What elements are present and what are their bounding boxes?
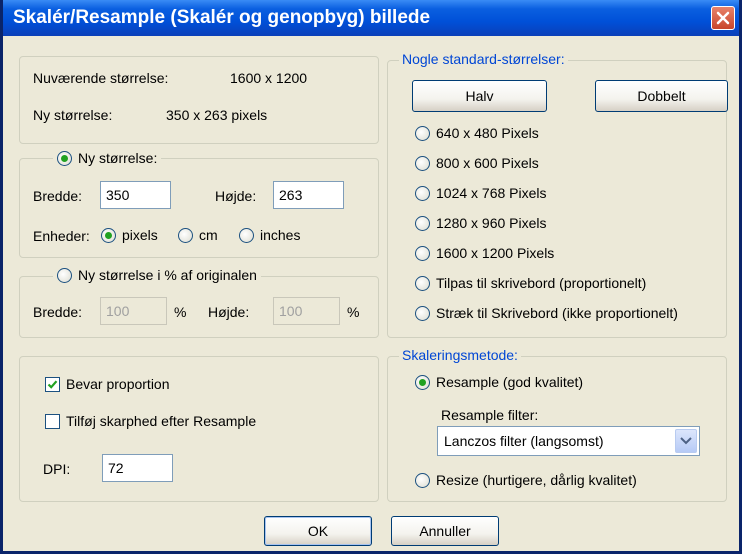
resize-label: Resize (hurtigere, dårlig kvalitet) bbox=[436, 472, 637, 488]
standard-size-label: 800 x 600 Pixels bbox=[436, 155, 539, 171]
standard-size-option[interactable]: 1280 x 960 Pixels bbox=[415, 215, 547, 231]
unit-pixels-option[interactable]: pixels bbox=[101, 227, 158, 243]
standard-size-label: Tilpas til skrivebord (proportionelt) bbox=[436, 275, 647, 291]
standard-size-label: 1600 x 1200 Pixels bbox=[436, 245, 555, 261]
standard-size-label: 1024 x 768 Pixels bbox=[436, 185, 547, 201]
close-icon bbox=[716, 11, 730, 25]
cancel-button-label: Annuller bbox=[419, 523, 471, 539]
units-label: Enheder: bbox=[33, 228, 90, 244]
unit-inches-option[interactable]: inches bbox=[239, 227, 300, 243]
standard-size-radio[interactable] bbox=[415, 275, 430, 291]
width-label: Bredde: bbox=[33, 188, 83, 204]
half-button[interactable]: Halv bbox=[412, 80, 547, 112]
standard-size-radio[interactable] bbox=[415, 215, 430, 231]
sharpen-option[interactable]: Tilføj skarphed efter Resample bbox=[45, 413, 256, 429]
width-input-value: 350 bbox=[106, 187, 130, 203]
percent-height-value: 100 bbox=[279, 303, 303, 319]
new-size-info-value: 350 x 263 pixels bbox=[166, 107, 268, 123]
dpi-label: DPI: bbox=[43, 461, 71, 477]
checkmark-icon bbox=[47, 379, 58, 389]
standard-size-option[interactable]: 800 x 600 Pixels bbox=[415, 155, 539, 171]
double-button[interactable]: Dobbelt bbox=[595, 80, 728, 112]
current-size-value: 1600 x 1200 bbox=[230, 70, 308, 86]
sharpen-label: Tilføj skarphed efter Resample bbox=[66, 413, 257, 429]
height-input[interactable]: 263 bbox=[273, 181, 344, 209]
keep-proportion-option[interactable]: Bevar proportion bbox=[45, 376, 170, 392]
standard-size-label: Stræk til Skrivebord (ikke proportionelt… bbox=[436, 305, 678, 321]
dialog-window: Skalér/Resample (Skalér og genopbyg) bil… bbox=[0, 0, 742, 554]
title-bar[interactable]: Skalér/Resample (Skalér og genopbyg) bil… bbox=[3, 0, 739, 36]
standard-size-label: 640 x 480 Pixels bbox=[436, 125, 539, 141]
height-input-value: 263 bbox=[279, 187, 303, 203]
scaling-method-legend: Skaleringsmetode: bbox=[399, 347, 521, 363]
percent-width-value: 100 bbox=[106, 303, 130, 319]
standard-size-option[interactable]: 640 x 480 Pixels bbox=[415, 125, 539, 141]
resample-filter-label: Resample filter: bbox=[441, 407, 539, 423]
standard-size-option[interactable]: 1600 x 1200 Pixels bbox=[415, 245, 554, 261]
standard-size-radio[interactable] bbox=[415, 125, 430, 141]
current-size-label: Nuværende størrelse: bbox=[33, 70, 169, 86]
standard-size-option[interactable]: Stræk til Skrivebord (ikke proportionelt… bbox=[415, 305, 678, 321]
cancel-button[interactable]: Annuller bbox=[391, 516, 499, 546]
window-title: Skalér/Resample (Skalér og genopbyg) bil… bbox=[13, 7, 431, 28]
percent-height-label: Højde: bbox=[208, 304, 250, 320]
standard-size-option[interactable]: Tilpas til skrivebord (proportionelt) bbox=[415, 275, 646, 291]
standard-size-radio[interactable] bbox=[415, 245, 430, 261]
double-button-label: Dobbelt bbox=[637, 88, 686, 104]
resize-option[interactable]: Resize (hurtigere, dårlig kvalitet) bbox=[415, 472, 637, 488]
standard-size-label: 1280 x 960 Pixels bbox=[436, 215, 547, 231]
ok-button[interactable]: OK bbox=[264, 516, 372, 546]
new-size-info-label: Ny størrelse: bbox=[33, 107, 113, 123]
standard-sizes-legend: Nogle standard-størrelser: bbox=[399, 51, 568, 67]
unit-inches-label: inches bbox=[260, 227, 301, 243]
resample-filter-select[interactable]: Lanczos filter (langsomst) bbox=[437, 426, 700, 456]
percent-width-symbol: % bbox=[174, 304, 187, 320]
width-input[interactable]: 350 bbox=[100, 181, 171, 209]
height-label: Højde: bbox=[215, 188, 257, 204]
percent-height-input[interactable]: 100 bbox=[273, 297, 340, 325]
ok-button-label: OK bbox=[307, 523, 329, 539]
resize-radio[interactable] bbox=[415, 472, 430, 488]
unit-inches-radio[interactable] bbox=[239, 227, 254, 243]
unit-pixels-radio[interactable] bbox=[101, 227, 116, 243]
new-size-radio-button[interactable] bbox=[57, 150, 72, 166]
standard-size-radio[interactable] bbox=[415, 185, 430, 201]
dpi-input[interactable]: 72 bbox=[102, 454, 173, 482]
percent-height-symbol: % bbox=[347, 304, 360, 320]
unit-cm-label: cm bbox=[199, 227, 218, 243]
keep-proportion-checkbox[interactable] bbox=[45, 376, 60, 392]
standard-size-radio[interactable] bbox=[415, 305, 430, 321]
resample-label: Resample (god kvalitet) bbox=[436, 374, 584, 390]
standard-size-option[interactable]: 1024 x 768 Pixels bbox=[415, 185, 547, 201]
new-size-radio[interactable]: Ny størrelse: bbox=[53, 150, 162, 166]
half-button-label: Halv bbox=[465, 88, 494, 104]
unit-cm-radio[interactable] bbox=[178, 227, 193, 243]
new-size-radio-label: Ny størrelse: bbox=[78, 150, 158, 166]
unit-cm-option[interactable]: cm bbox=[178, 227, 218, 243]
unit-pixels-label: pixels bbox=[122, 227, 158, 243]
percent-radio-label: Ny størrelse i % af originalen bbox=[78, 267, 257, 283]
percent-width-label: Bredde: bbox=[33, 304, 83, 320]
percent-radio-button[interactable] bbox=[57, 267, 72, 283]
resample-filter-value: Lanczos filter (langsomst) bbox=[444, 433, 604, 449]
keep-proportion-label: Bevar proportion bbox=[66, 376, 170, 392]
chevron-down-icon[interactable] bbox=[675, 429, 697, 453]
dpi-input-value: 72 bbox=[108, 460, 124, 476]
resample-radio[interactable] bbox=[415, 374, 430, 390]
close-button[interactable] bbox=[711, 6, 735, 30]
percent-radio[interactable]: Ny størrelse i % af originalen bbox=[53, 267, 261, 283]
standard-size-radio[interactable] bbox=[415, 155, 430, 171]
sharpen-checkbox[interactable] bbox=[45, 413, 60, 429]
resample-option[interactable]: Resample (god kvalitet) bbox=[415, 374, 583, 390]
percent-width-input[interactable]: 100 bbox=[100, 297, 167, 325]
